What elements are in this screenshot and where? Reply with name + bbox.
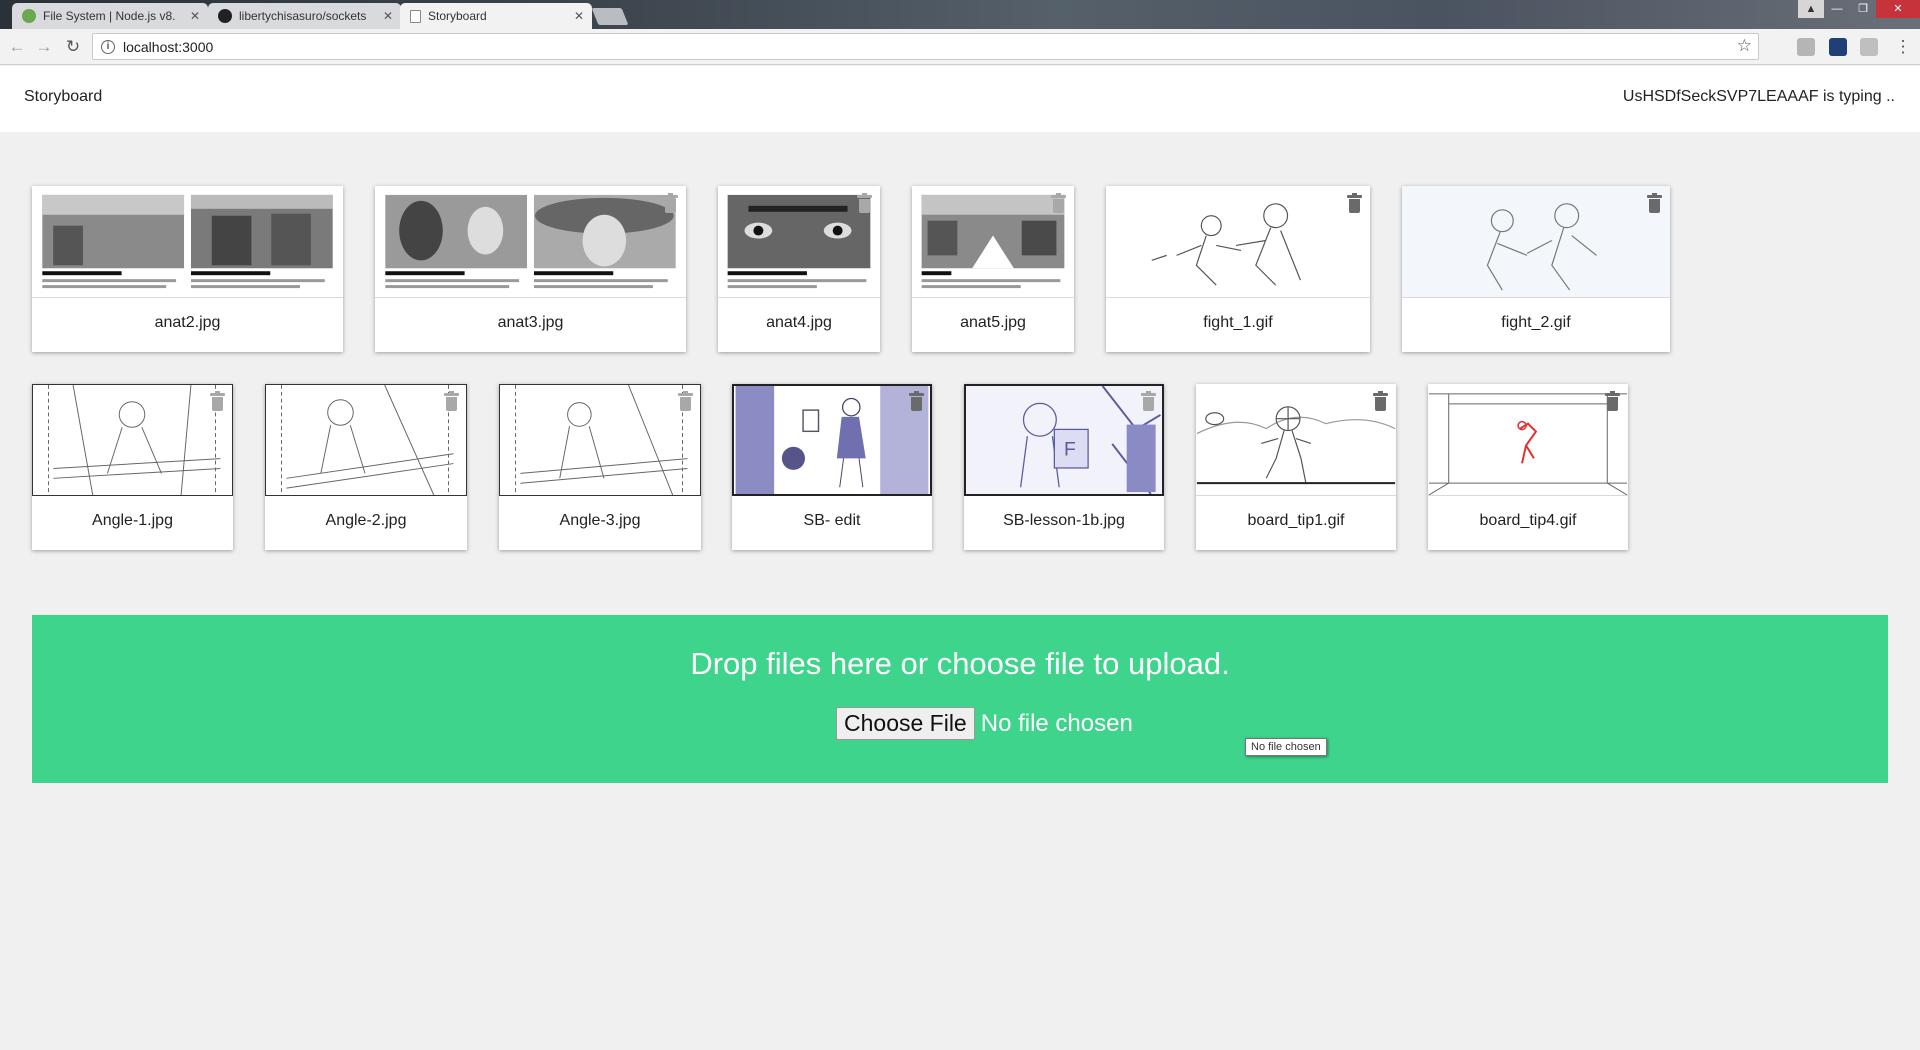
tab-github[interactable]: libertychisasuro/sockets ✕ <box>208 3 401 29</box>
storyboard-thumbnail[interactable]: F <box>964 384 1164 496</box>
storyboard-thumbnail[interactable] <box>32 186 343 298</box>
minimize-icon[interactable]: — <box>1824 0 1850 18</box>
storyboard-thumbnail[interactable] <box>265 384 467 496</box>
trash-icon[interactable] <box>1347 193 1362 213</box>
storyboard-thumbnail[interactable] <box>732 384 932 496</box>
storyboard-thumbnail[interactable] <box>375 186 686 298</box>
trash-icon[interactable] <box>678 391 693 411</box>
file-name: SB-lesson-1b.jpg <box>1003 512 1125 529</box>
typing-status: UsHSDfSeckSVP7LEAAAF is typing .. <box>1622 88 1895 105</box>
address-bar[interactable]: i localhost:3000 ☆ <box>92 33 1759 60</box>
file-input[interactable]: Choose File No file chosen <box>836 707 1133 740</box>
storyboard-thumbnail[interactable] <box>1428 384 1628 496</box>
file-status: No file chosen <box>980 709 1133 737</box>
trash-icon[interactable] <box>1141 391 1156 411</box>
reader-extension-icon[interactable] <box>1860 38 1878 56</box>
file-name: SB- edit <box>803 512 861 529</box>
file-name: board_tip1.gif <box>1247 512 1345 529</box>
storyboard-thumbnail[interactable] <box>1402 186 1670 298</box>
file-tooltip: No file chosen <box>1245 738 1327 756</box>
github-favicon-icon <box>218 9 232 23</box>
chart-extension-icon[interactable] <box>1829 38 1847 56</box>
file-name: board_tip4.gif <box>1479 512 1577 529</box>
app-header: Storyboard UsHSDfSeckSVP7LEAAAF is typin… <box>0 66 1920 132</box>
camera-extension-icon[interactable] <box>1797 38 1815 56</box>
page-favicon-icon <box>410 9 421 23</box>
tab-title: libertychisasuro/sockets <box>239 9 367 23</box>
file-name: anat5.jpg <box>960 314 1026 331</box>
svg-text:F: F <box>1064 439 1076 460</box>
file-name: Angle-2.jpg <box>325 512 407 529</box>
gallery-card[interactable]: Angle-1.jpg <box>32 384 233 550</box>
trash-icon[interactable] <box>1051 193 1066 213</box>
file-name: Angle-1.jpg <box>92 512 173 529</box>
tab-file-system[interactable]: File System | Node.js v8. ✕ <box>12 3 208 29</box>
gallery-card[interactable]: SB- edit <box>732 384 932 550</box>
close-window-icon[interactable]: ✕ <box>1876 0 1920 18</box>
menu-kebab-icon[interactable]: ⋮ <box>1892 36 1914 58</box>
restore-icon[interactable]: ❐ <box>1850 0 1876 18</box>
gallery-card[interactable]: fight_1.gif <box>1106 186 1370 352</box>
browser-tab-bar: File System | Node.js v8. ✕ libertychisa… <box>0 0 1920 29</box>
site-info-icon[interactable]: i <box>101 39 115 54</box>
file-name: fight_2.gif <box>1501 314 1571 331</box>
upload-dropzone[interactable]: Drop files here or choose file to upload… <box>32 615 1888 783</box>
gallery-card[interactable]: Angle-3.jpg <box>499 384 701 550</box>
url-text: localhost:3000 <box>123 38 214 55</box>
nodejs-favicon-icon <box>22 9 36 23</box>
storyboard-thumbnail[interactable] <box>32 384 233 496</box>
storyboard-thumbnail[interactable] <box>718 186 880 298</box>
tab-title: Storyboard <box>428 9 487 23</box>
bookmark-star-icon[interactable]: ☆ <box>1737 36 1752 56</box>
tab-title: File System | Node.js v8. <box>43 9 176 23</box>
close-tab-icon[interactable]: ✕ <box>574 9 584 23</box>
close-tab-icon[interactable]: ✕ <box>190 9 200 23</box>
app-title: Storyboard <box>24 88 103 105</box>
storyboard-thumbnail[interactable] <box>1106 186 1370 298</box>
file-name: anat3.jpg <box>497 314 564 331</box>
file-name: anat4.jpg <box>766 314 832 331</box>
gallery-card[interactable]: Angle-2.jpg <box>265 384 467 550</box>
gallery-card[interactable]: F SB-lesson-1b.jpg <box>964 384 1164 550</box>
storyboard-thumbnail[interactable] <box>1196 384 1396 496</box>
trash-icon[interactable] <box>444 391 459 411</box>
trash-icon[interactable] <box>909 391 924 411</box>
window-controls: ▲ — ❐ ✕ <box>1798 0 1920 18</box>
gallery-card[interactable]: board_tip4.gif <box>1428 384 1628 550</box>
file-name: Angle-3.jpg <box>559 512 641 529</box>
file-name: anat2.jpg <box>154 314 221 331</box>
gallery-card[interactable]: anat3.jpg <box>375 186 686 352</box>
gallery-card[interactable]: anat5.jpg <box>912 186 1074 352</box>
gallery-card[interactable]: fight_2.gif <box>1402 186 1670 352</box>
back-icon[interactable]: ← <box>6 36 28 58</box>
browser-toolbar: ← → ↻ i localhost:3000 ☆ ⋮ <box>0 29 1920 65</box>
new-tab-button[interactable] <box>591 8 629 25</box>
storyboard-thumbnail[interactable] <box>499 384 701 496</box>
reload-icon[interactable]: ↻ <box>62 36 84 58</box>
gallery-card[interactable]: anat2.jpg <box>32 186 343 352</box>
gallery-card[interactable]: board_tip1.gif <box>1196 384 1396 550</box>
trash-icon[interactable] <box>1605 391 1620 411</box>
upload-prompt: Drop files here or choose file to upload… <box>690 646 1230 681</box>
storyboard-thumbnail[interactable] <box>912 186 1074 298</box>
choose-file-button[interactable]: Choose File <box>836 707 975 740</box>
forward-icon[interactable]: → <box>33 36 55 58</box>
tab-storyboard[interactable]: Storyboard ✕ <box>400 3 592 29</box>
profile-icon[interactable]: ▲ <box>1798 0 1824 18</box>
trash-icon[interactable] <box>1647 193 1662 213</box>
trash-icon[interactable] <box>210 391 225 411</box>
close-tab-icon[interactable]: ✕ <box>383 9 393 23</box>
trash-icon[interactable] <box>857 193 872 213</box>
trash-icon[interactable] <box>1373 391 1388 411</box>
file-name: fight_1.gif <box>1203 314 1273 331</box>
trash-icon[interactable] <box>663 193 678 213</box>
gallery-card[interactable]: anat4.jpg <box>718 186 880 352</box>
